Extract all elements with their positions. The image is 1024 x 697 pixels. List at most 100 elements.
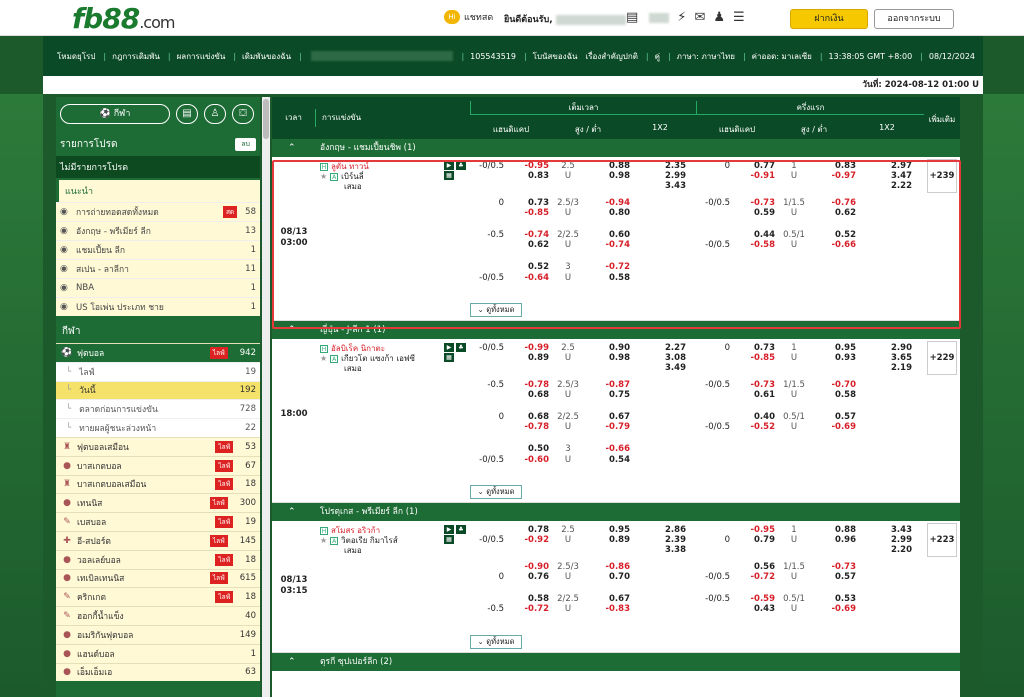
odds-cell[interactable]: 0.77 (734, 161, 775, 171)
recommended-item[interactable]: ◉ สเปน - ลาลีกา 11 (56, 259, 260, 278)
odds-cell[interactable]: -0.69 (814, 604, 857, 614)
odds-cell[interactable]: -0.83 (588, 604, 631, 614)
recommended-item[interactable]: ◉ การถ่ายทอดสดทั้งหมด สด 58 (56, 202, 260, 221)
odds-cell[interactable]: -0.73 (734, 198, 776, 208)
sport-item[interactable]: ✚ อี-สปอร์ต ไลฟ์ 145 (56, 530, 260, 550)
more-markets-button[interactable]: +223 (927, 523, 957, 557)
odds-cell[interactable]: -0.66 (814, 240, 857, 250)
sub-category-item[interactable]: └ ตลาดก่อนการแข่งขัน 728 (56, 399, 260, 419)
odds-cell[interactable]: 2.90 (868, 343, 912, 353)
stats-icons[interactable]: ▶ ♣ ▦ (442, 342, 466, 362)
league-header[interactable]: ⌃ โปรตุเกส - พรีเมียร์ ลีก (1) (272, 503, 960, 521)
odds-cell[interactable]: 0.88 (814, 525, 856, 535)
user-icon[interactable]: ♟ (713, 10, 725, 26)
odds-cell[interactable]: 0.52 (814, 230, 856, 240)
odds-cell[interactable]: -0.58 (734, 240, 776, 250)
odds-cell[interactable]: -0.79 (588, 422, 631, 432)
nav-item[interactable]: เดิมพันของฉัน (242, 50, 291, 63)
nav-item[interactable]: ผลการแข่งขัน (177, 50, 226, 63)
odds-cell[interactable]: -0.74 (508, 230, 550, 240)
odds-cell[interactable]: 0.78 (508, 525, 549, 535)
logout-button[interactable]: ออกจากระบบ (874, 9, 954, 29)
odds-cell[interactable]: 3.43 (868, 525, 912, 535)
odds-cell[interactable]: -0.85 (734, 353, 776, 363)
odds-cell[interactable]: 0.52 (508, 262, 549, 272)
wallet-icon[interactable]: ▤ (626, 10, 638, 26)
odds-cell[interactable]: 3.08 (642, 353, 686, 363)
sport-item[interactable]: ● เทเบิลเทนนิส ไลฟ์ 615 (56, 568, 260, 588)
odds-cell[interactable]: 0.96 (814, 535, 856, 545)
odds-cell[interactable]: -0.64 (508, 273, 550, 283)
edit-favorites-button[interactable]: ลบ (235, 138, 256, 151)
nav-item[interactable]: กฎการเดิมพัน (112, 50, 160, 63)
league-header[interactable]: ⌃ ญี่ปุ่น - J-ลีก 1 (1) (272, 321, 960, 339)
odds-cell[interactable]: 0.44 (734, 230, 775, 240)
odds-cell[interactable]: 0.76 (508, 572, 549, 582)
odds-cell[interactable]: 2.99 (868, 535, 912, 545)
chevron-up-icon[interactable]: ⌃ (288, 503, 296, 521)
odds-cell[interactable]: 0.57 (814, 412, 856, 422)
odds-cell[interactable]: 0.59 (734, 208, 775, 218)
view-all-button[interactable]: ⌄ ดูทั้งหมด (470, 635, 522, 649)
nav-item[interactable]: โหมดยุโรป (57, 50, 95, 63)
odds-cell[interactable]: -0.59 (734, 594, 776, 604)
odds-cell[interactable]: -0.70 (814, 380, 857, 390)
odds-cell[interactable]: -0.99 (508, 343, 550, 353)
people-icon[interactable]: ♙ (204, 104, 226, 124)
odds-cell[interactable]: -0.69 (814, 422, 857, 432)
odds-cell[interactable]: 0.62 (508, 240, 549, 250)
my-bonus[interactable]: โบนัสของฉัน (533, 50, 578, 63)
odds-cell[interactable]: 2.22 (868, 181, 912, 191)
more-markets-button[interactable]: +239 (927, 159, 957, 193)
odds-cell[interactable]: 2.19 (868, 363, 912, 373)
sports-button[interactable]: ⚽ กีฬา (60, 104, 170, 124)
chevron-up-icon[interactable]: ⌃ (288, 321, 296, 339)
odds-cell[interactable]: 0.67 (588, 594, 630, 604)
odds-cell[interactable]: 0.60 (588, 230, 630, 240)
live-chat[interactable]: Hi แชทสด (444, 10, 493, 24)
list-icon[interactable]: ☰ (733, 10, 745, 26)
sport-item[interactable]: ● เทนนิส ไลฟ์ 300 (56, 493, 260, 513)
odds-cell[interactable]: -0.90 (508, 562, 550, 572)
odds-cell[interactable]: 0.53 (814, 594, 856, 604)
deposit-button[interactable]: ฝากเงิน (790, 9, 868, 29)
view-all-button[interactable]: ⌄ ดูทั้งหมด (470, 303, 522, 317)
odds-cell[interactable]: 0.93 (814, 353, 856, 363)
odds-cell[interactable]: 0.83 (508, 171, 549, 181)
logo[interactable]: fb88.com (72, 2, 175, 35)
odds-cell[interactable]: 0.58 (588, 273, 630, 283)
odds-cell[interactable]: 0.50 (508, 444, 549, 454)
sport-item[interactable]: ♜ ฟุตบอลเสมือน ไลฟ์ 53 (56, 436, 260, 456)
odds-cell[interactable]: 0.95 (588, 525, 630, 535)
odds-cell[interactable]: -0.95 (508, 161, 550, 171)
odds-cell[interactable]: -0.92 (508, 535, 550, 545)
odds-cell[interactable]: 0.58 (508, 594, 549, 604)
odds-cell[interactable]: 0.67 (588, 412, 630, 422)
odds-cell[interactable]: 0.43 (734, 604, 775, 614)
odds-cell[interactable]: 2.35 (642, 161, 686, 171)
odds-cell[interactable]: -0.85 (508, 208, 550, 218)
odds-cell[interactable]: 0.73 (734, 343, 775, 353)
sport-item[interactable]: ● บาสเกตบอล ไลฟ์ 67 (56, 455, 260, 475)
odds-cell[interactable]: -0.52 (734, 422, 776, 432)
odds-cell[interactable]: 3.43 (642, 181, 686, 191)
scrollbar-thumb[interactable] (263, 99, 269, 139)
recommended-item[interactable]: ◉ อังกฤษ - พรีเมียร์ ลีก 13 (56, 221, 260, 240)
language-select[interactable]: ภาษา: ภาษาไทย (677, 50, 735, 63)
odds-cell[interactable]: 2.39 (642, 535, 686, 545)
odds-cell[interactable]: 3.49 (642, 363, 686, 373)
odds-cell[interactable]: 0.98 (588, 171, 630, 181)
sport-football[interactable]: ⚽ ฟุตบอล ไลฟ์ 942 (56, 343, 260, 362)
odds-cell[interactable]: -0.76 (814, 198, 857, 208)
cart-icon[interactable]: ⛋ (232, 104, 254, 124)
sport-item[interactable]: ● แฮนด์บอล 1 (56, 643, 260, 663)
receipt-icon[interactable]: ▤ (176, 104, 198, 124)
odds-cell[interactable]: 0.40 (734, 412, 775, 422)
odds-cell[interactable]: -0.86 (588, 562, 631, 572)
refresh-icon[interactable]: ⚡ (677, 10, 686, 26)
chevron-up-icon[interactable]: ⌃ (288, 139, 296, 157)
odds-cell[interactable]: 3.47 (868, 171, 912, 181)
odds-cell[interactable]: 0.90 (588, 343, 630, 353)
odds-cell[interactable]: 0.88 (588, 161, 630, 171)
sport-item[interactable]: ● วอลเลย์บอล ไลฟ์ 18 (56, 549, 260, 569)
